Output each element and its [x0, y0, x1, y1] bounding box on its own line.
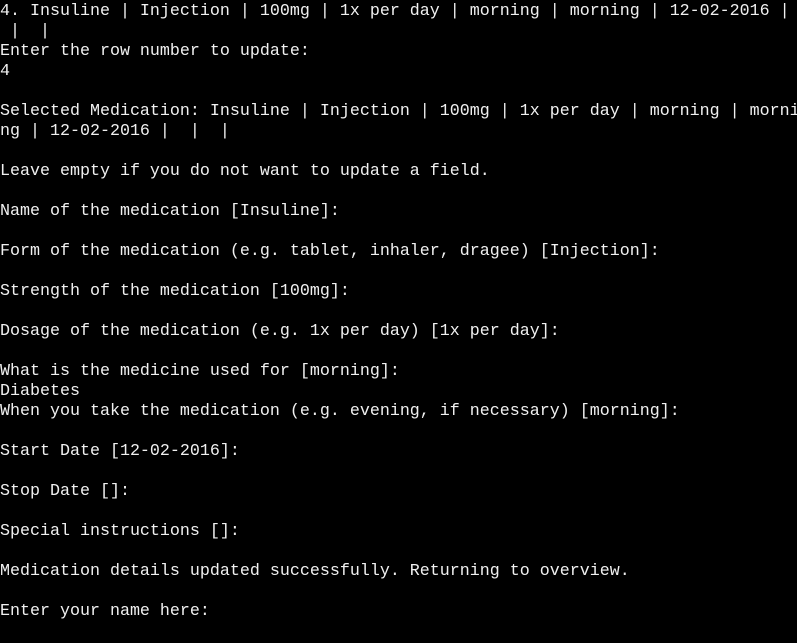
terminal-line: Dosage of the medication (e.g. 1x per da…: [0, 322, 560, 341]
terminal-line: Stop Date []:: [0, 482, 130, 501]
terminal-line: When you take the medication (e.g. eveni…: [0, 402, 680, 421]
terminal-line: Diabetes: [0, 382, 80, 401]
terminal-line: Special instructions []:: [0, 522, 240, 541]
terminal-line: 4. Insuline | Injection | 100mg | 1x per…: [0, 2, 790, 21]
terminal-line: Leave empty if you do not want to update…: [0, 162, 490, 181]
terminal-line: Enter the row number to update:: [0, 42, 310, 61]
terminal-line: Selected Medication: Insuline | Injectio…: [0, 102, 797, 121]
terminal-line: | |: [0, 22, 50, 41]
terminal-input-line[interactable]: [0, 622, 30, 642]
terminal-line: Enter your name here:: [0, 602, 210, 621]
terminal-line: What is the medicine used for [morning]:: [0, 362, 400, 381]
terminal-line: 4: [0, 62, 10, 81]
terminal-line: Strength of the medication [100mg]:: [0, 282, 350, 301]
terminal-line: Start Date [12-02-2016]:: [0, 442, 240, 461]
terminal-line: Form of the medication (e.g. tablet, inh…: [0, 242, 660, 261]
terminal-line: ng | 12-02-2016 | | |: [0, 122, 230, 141]
terminal-line: Name of the medication [Insuline]:: [0, 202, 340, 221]
terminal-output: 4. Insuline | Injection | 100mg | 1x per…: [0, 2, 797, 622]
terminal-line: Medication details updated successfully.…: [0, 562, 630, 581]
